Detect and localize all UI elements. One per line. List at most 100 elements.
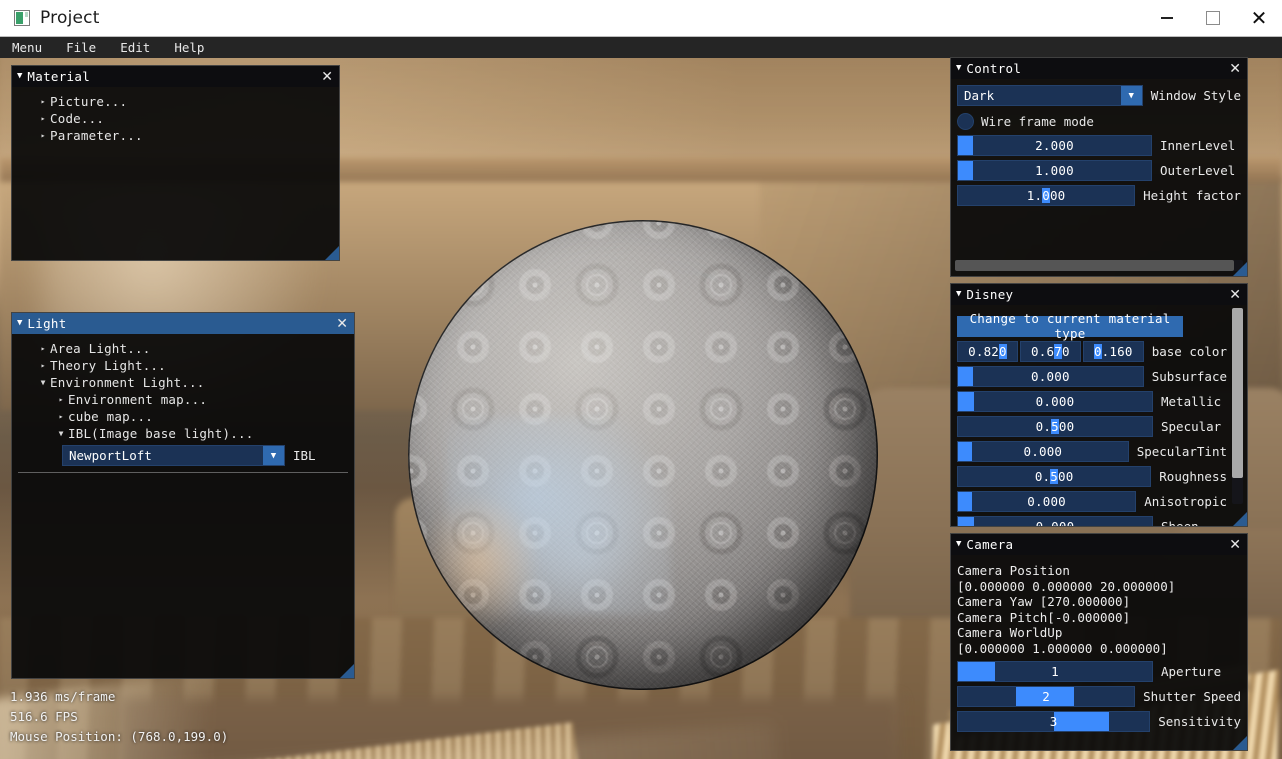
roughness-drag[interactable]: 0.500: [957, 465, 1152, 487]
collapse-arrow-icon[interactable]: ▼: [956, 64, 961, 73]
mouse-position-text: Mouse Position: (768.0,199.0): [10, 729, 229, 744]
ibl-combo-label: IBL: [293, 448, 316, 463]
slider-fill: [958, 491, 973, 511]
tree-node-cube-map[interactable]: ▸ cube map...: [18, 408, 348, 425]
panel-material[interactable]: ▼ Material ✕ ▸ Picture... ▸ Code... ▸ Pa…: [11, 65, 340, 261]
change-material-type-button[interactable]: Change to current material type: [957, 311, 1183, 341]
material-body: ▸ Picture... ▸ Code... ▸ Parameter...: [12, 87, 339, 144]
inner-level-slider[interactable]: 2.000: [957, 135, 1152, 156]
ibl-combo[interactable]: NewportLoft ▼: [62, 445, 285, 466]
inner-level-value: 2.000: [1035, 138, 1074, 153]
chevron-down-icon[interactable]: ▼: [263, 446, 284, 465]
disney-vscrollbar[interactable]: [1232, 308, 1243, 504]
material-close-icon[interactable]: ✕: [321, 70, 333, 84]
metallic-slider[interactable]: 0.000: [957, 390, 1153, 412]
rendered-sphere[interactable]: [408, 220, 878, 690]
base-color-r-drag[interactable]: 0.820: [957, 340, 1018, 362]
panel-camera[interactable]: ▼ Camera ✕ Camera Position [0.000000 0.0…: [950, 533, 1248, 751]
wire-frame-row[interactable]: Wire frame mode: [957, 110, 1241, 132]
menu-item-help[interactable]: Help: [162, 37, 216, 58]
menu-item-edit[interactable]: Edit: [108, 37, 162, 58]
disney-close-icon[interactable]: ✕: [1229, 288, 1241, 302]
sheen-row: 0.000 Sheen: [957, 515, 1227, 526]
camera-titlebar[interactable]: ▼ Camera ✕: [951, 534, 1247, 555]
tree-node-label: IBL(Image base light)...: [68, 426, 254, 441]
base-color-g-value: 0.670: [1031, 343, 1070, 359]
tree-node-ibl[interactable]: ▼ IBL(Image base light)...: [18, 425, 348, 442]
light-title-text: Light: [27, 316, 67, 331]
specular-drag[interactable]: 0.500: [957, 415, 1153, 437]
camera-close-icon[interactable]: ✕: [1229, 538, 1241, 552]
tree-node-picture[interactable]: ▸ Picture...: [18, 93, 333, 110]
camera-resize-grip[interactable]: [1233, 736, 1247, 750]
shutter-speed-slider[interactable]: 2: [957, 686, 1136, 707]
material-resize-grip[interactable]: [325, 246, 339, 260]
tree-node-theory-light[interactable]: ▸ Theory Light...: [18, 357, 348, 374]
light-separator: [18, 472, 348, 473]
control-titlebar[interactable]: ▼ Control ✕: [951, 58, 1247, 79]
metallic-label: Metallic: [1161, 393, 1222, 409]
light-resize-grip[interactable]: [340, 664, 354, 678]
light-close-icon[interactable]: ✕: [336, 317, 348, 331]
control-hscrollbar[interactable]: [955, 260, 1243, 271]
aperture-slider[interactable]: 1: [957, 661, 1153, 682]
anisotropic-slider[interactable]: 0.000: [957, 490, 1137, 512]
light-titlebar[interactable]: ▼ Light ✕: [12, 313, 354, 334]
close-icon: ✕: [1250, 6, 1268, 30]
control-close-icon[interactable]: ✕: [1229, 62, 1241, 76]
collapse-arrow-icon[interactable]: ▼: [956, 540, 961, 549]
subsurface-slider[interactable]: 0.000: [957, 365, 1144, 387]
control-resize-grip[interactable]: [1233, 262, 1247, 276]
panel-light[interactable]: ▼ Light ✕ ▸ Area Light... ▸ Theory Light…: [11, 312, 355, 679]
maximize-button[interactable]: [1190, 0, 1236, 37]
outer-level-row: 1.000 OuterLevel: [957, 160, 1241, 181]
camera-yaw-text: Camera Yaw [270.000000]: [957, 594, 1131, 609]
disney-vscroll-thumb[interactable]: [1232, 308, 1243, 478]
panel-control[interactable]: ▼ Control ✕ Dark ▼ Window Style Wire fra…: [950, 57, 1248, 277]
tree-node-code[interactable]: ▸ Code...: [18, 110, 333, 127]
collapse-arrow-icon[interactable]: ▼: [17, 72, 22, 81]
height-factor-drag[interactable]: 1.000: [957, 185, 1136, 206]
specular-tint-slider[interactable]: 0.000: [957, 440, 1129, 462]
camera-title-text: Camera: [966, 537, 1014, 552]
slider-fill: [1053, 712, 1110, 731]
chevron-down-icon[interactable]: ▼: [1120, 86, 1142, 105]
control-title-text: Control: [966, 61, 1022, 76]
disney-titlebar[interactable]: ▼ Disney ✕: [951, 284, 1247, 305]
wire-frame-radio[interactable]: [957, 112, 974, 130]
collapse-arrow-icon[interactable]: ▼: [956, 290, 961, 299]
shutter-speed-label: Shutter Speed: [1143, 689, 1241, 704]
tree-node-parameter[interactable]: ▸ Parameter...: [18, 127, 333, 144]
specular-value: 0.500: [1035, 418, 1075, 434]
tree-node-environment-map[interactable]: ▸ Environment map...: [18, 391, 348, 408]
specular-tint-row: 0.000 SpecularTint: [957, 440, 1227, 462]
specular-row: 0.500 Specular: [957, 415, 1227, 437]
chevron-right-icon: ▸: [40, 131, 46, 140]
window-style-combo[interactable]: Dark ▼: [957, 85, 1143, 106]
sheen-slider[interactable]: 0.000: [957, 515, 1153, 526]
outer-level-slider[interactable]: 1.000: [957, 160, 1152, 181]
material-title-text: Material: [27, 69, 91, 84]
outer-level-value: 1.000: [1035, 163, 1074, 178]
disney-resize-grip[interactable]: [1233, 512, 1247, 526]
slider-fill: [958, 161, 974, 180]
anisotropic-value: 0.000: [1027, 493, 1066, 509]
base-color-g-drag[interactable]: 0.670: [1019, 340, 1081, 362]
app-icon: [14, 10, 30, 26]
menu-item-menu[interactable]: Menu: [0, 37, 54, 58]
menu-item-file[interactable]: File: [54, 37, 108, 58]
tree-node-area-light[interactable]: ▸ Area Light...: [18, 340, 348, 357]
base-color-b-drag[interactable]: 0.160: [1082, 340, 1144, 362]
collapse-arrow-icon[interactable]: ▼: [17, 319, 22, 328]
camera-position-label: Camera Position: [957, 563, 1070, 578]
window-style-row: Dark ▼ Window Style: [957, 85, 1241, 106]
tree-node-environment-light[interactable]: ▼ Environment Light...: [18, 374, 348, 391]
material-titlebar[interactable]: ▼ Material ✕: [12, 66, 339, 87]
panel-disney[interactable]: ▼ Disney ✕ Change to current material ty…: [950, 283, 1248, 527]
sensitivity-slider[interactable]: 3: [957, 711, 1151, 732]
camera-position-values: [0.000000 0.000000 20.000000]: [957, 578, 1176, 594]
subsurface-label: Subsurface: [1151, 368, 1227, 384]
control-hscroll-thumb[interactable]: [955, 260, 1235, 271]
close-button[interactable]: ✕: [1236, 0, 1282, 37]
minimize-button[interactable]: [1144, 0, 1190, 37]
